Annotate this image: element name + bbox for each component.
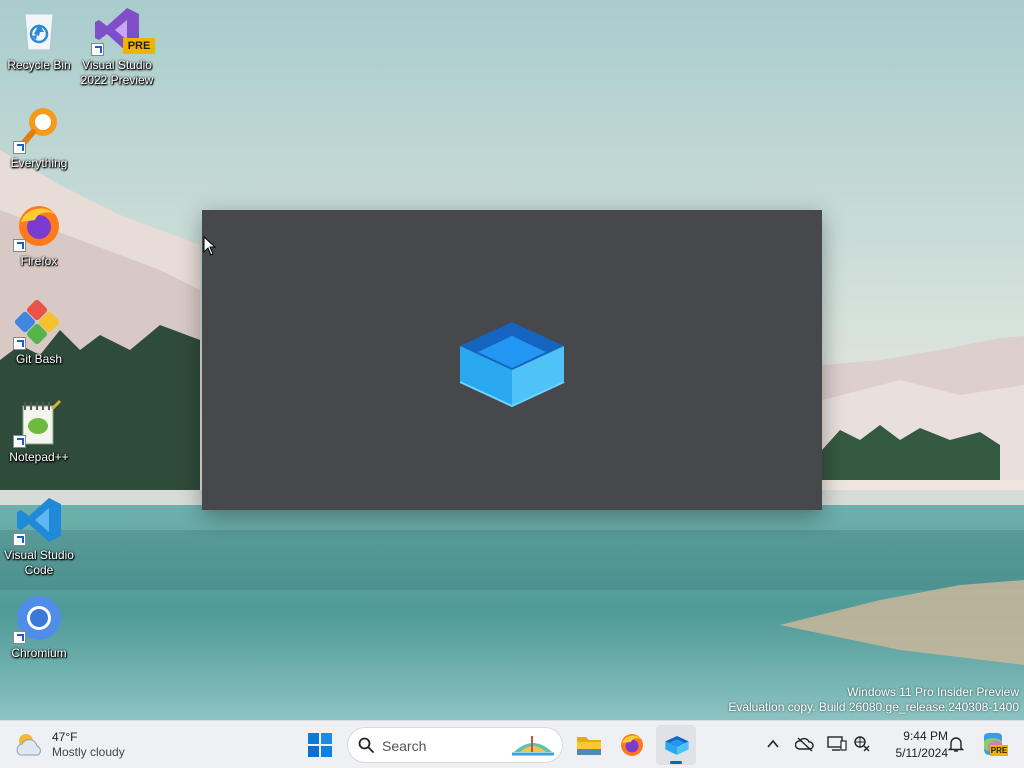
copilot-preview-badge: PRE	[990, 745, 1008, 756]
windows-logo-icon	[308, 733, 332, 757]
notification-bell-icon[interactable]	[948, 735, 964, 753]
desktop-icon-label: Everything	[10, 156, 68, 170]
weather-condition: Mostly cloudy	[52, 745, 125, 759]
windows-watermark: Windows 11 Pro Insider Preview Evaluatio…	[728, 685, 1019, 715]
git-bash-icon	[13, 299, 63, 350]
preview-badge: PRE	[123, 38, 155, 54]
desktop-icon-git-bash[interactable]: Git Bash	[0, 299, 78, 367]
watermark-edition: Windows 11 Pro Insider Preview	[847, 685, 1019, 699]
notepad-plus-plus-icon	[13, 398, 63, 448]
shortcut-arrow-icon	[13, 337, 26, 350]
taskbar-firefox[interactable]	[612, 725, 652, 765]
partly-cloudy-icon	[16, 734, 41, 756]
taskbar-clock[interactable]: 9:44 PM 5/11/2024	[878, 728, 949, 762]
display-icon[interactable]	[827, 735, 847, 753]
desktop-icon-notepad-plus-plus[interactable]: Notepad++	[0, 398, 78, 465]
firefox-icon	[621, 734, 643, 756]
app-splash-window	[202, 210, 822, 510]
shortcut-arrow-icon	[13, 141, 26, 154]
vscode-icon	[13, 496, 63, 546]
dev-home-logo-icon	[459, 322, 565, 408]
desktop-icon-label: Chromium	[11, 646, 67, 660]
desktop-icon-firefox[interactable]: Firefox	[0, 202, 78, 269]
weather-widget[interactable]: 47°F Mostly cloudy	[14, 727, 125, 763]
desktop-icon-label: Recycle Bin	[7, 58, 71, 72]
clock-date: 5/11/2024	[895, 746, 949, 760]
onedrive-offline-icon[interactable]	[795, 736, 815, 752]
desktop-icon-recycle-bin[interactable]: Recycle Bin	[0, 6, 78, 73]
firefox-icon	[13, 202, 63, 252]
shortcut-arrow-icon	[91, 43, 104, 56]
shortcut-arrow-icon	[13, 239, 26, 252]
desktop-icon-label: Git Bash	[15, 352, 63, 366]
search-icon	[358, 737, 374, 753]
desktop-icon-everything[interactable]: Everything	[0, 104, 78, 171]
search-placeholder: Search	[382, 738, 427, 754]
taskbar-dev-home[interactable]	[656, 725, 696, 765]
desktop-icon-label: Notepad++	[9, 450, 69, 464]
everything-magnifier-icon	[13, 104, 63, 154]
shortcut-arrow-icon	[13, 631, 26, 644]
mouse-pointer-icon	[203, 236, 217, 256]
visual-studio-preview-icon: PRE	[91, 6, 155, 56]
taskbar-file-explorer[interactable]	[568, 725, 608, 765]
shortcut-arrow-icon	[13, 435, 26, 448]
desktop-icon-label: Firefox	[20, 254, 58, 268]
weather-temperature: 47°F	[52, 730, 78, 744]
desktop-icon-chromium[interactable]: Chromium	[0, 594, 78, 661]
taskbar: 47°F Mostly cloudy Search 9:44 PM 5/11/2…	[0, 720, 1024, 768]
start-button[interactable]	[300, 725, 340, 765]
desktop-icon-label: Visual Studio 2022 Preview	[80, 58, 154, 87]
chevron-up-icon[interactable]	[766, 738, 780, 750]
search-highlight-icon	[512, 736, 554, 756]
shortcut-arrow-icon	[13, 533, 26, 546]
desktop-icon-visual-studio-2022-preview[interactable]: PRE Visual Studio 2022 Preview	[78, 6, 156, 88]
dev-home-icon	[665, 736, 689, 755]
copilot-button[interactable]: PRE	[980, 731, 1008, 757]
folder-icon	[577, 737, 601, 755]
watermark-build: Evaluation copy. Build 26080.ge_release.…	[728, 700, 1019, 714]
clock-time: 9:44 PM	[903, 729, 948, 743]
network-icon[interactable]	[853, 735, 871, 753]
recycle-bin-icon	[15, 6, 63, 54]
desktop-icon-visual-studio-code[interactable]: Visual Studio Code	[0, 496, 78, 578]
chromium-icon	[13, 594, 63, 644]
desktop-icon-label: Visual Studio Code	[4, 548, 74, 577]
taskbar-search-box[interactable]: Search	[347, 727, 563, 763]
